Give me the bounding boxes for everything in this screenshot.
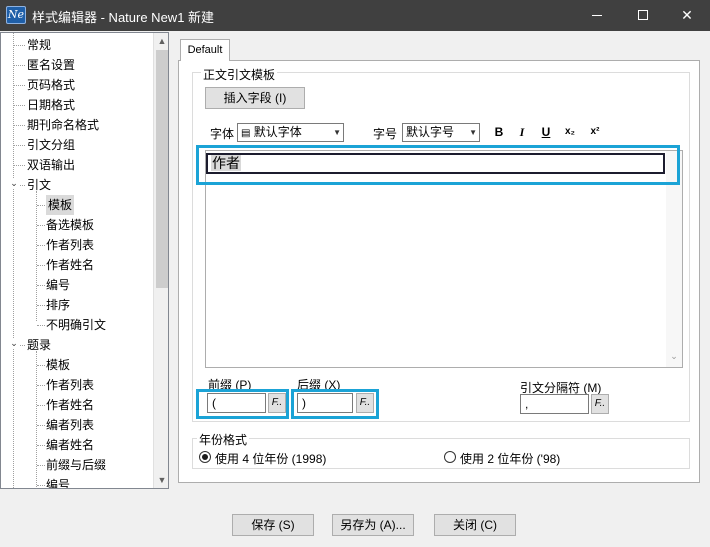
tree-item[interactable]: 不明确引文 — [46, 315, 106, 335]
tree-connector — [14, 165, 25, 166]
tree-item[interactable]: 作者姓名 — [46, 255, 94, 275]
highlight-frame — [291, 389, 379, 419]
separator-input[interactable]: , — [520, 394, 589, 414]
tree-item[interactable]: 模板 — [46, 355, 70, 375]
close-window-button[interactable]: ✕ — [664, 0, 710, 31]
highlight-frame — [196, 145, 680, 185]
subscript-button[interactable]: x₂ — [561, 123, 579, 141]
insert-field-button[interactable]: 插入字段 (I) — [205, 87, 305, 109]
maximize-button[interactable] — [620, 0, 666, 31]
tree-item[interactable]: 编号 — [46, 275, 70, 295]
font-label: 字体 — [210, 127, 235, 141]
tree-connector — [14, 85, 25, 86]
chevron-down-icon: ▼ — [333, 128, 341, 137]
tree-item[interactable]: 引文分组 — [27, 135, 75, 155]
year-2digit-radio[interactable] — [444, 451, 456, 463]
tree-connector — [37, 325, 45, 326]
save-button[interactable]: 保存 (S) — [232, 514, 314, 536]
year-2digit-label[interactable]: 使用 2 位年份 ('98) — [460, 450, 560, 467]
tree-item[interactable]: 期刊命名格式 — [27, 115, 99, 135]
app-icon: Ne — [6, 6, 26, 24]
tree-connector — [14, 105, 25, 106]
scroll-up-icon[interactable]: ▲ — [154, 33, 168, 49]
tree-connector — [37, 245, 45, 246]
size-select[interactable]: 默认字号 ▼ — [402, 123, 480, 142]
tree-guide-line — [36, 351, 37, 488]
close-icon: ✕ — [681, 7, 693, 23]
tree-guide-line — [36, 191, 37, 321]
tree-connector — [14, 125, 25, 126]
tree-connector — [37, 385, 45, 386]
tree-item[interactable]: 引文 — [27, 175, 51, 195]
scroll-down-icon[interactable]: ⌄ — [666, 351, 682, 362]
tree-item[interactable]: 常规 — [27, 35, 51, 55]
tree-connector — [14, 65, 25, 66]
superscript-button[interactable]: x² — [586, 123, 604, 141]
tree-item[interactable]: 页码格式 — [27, 75, 75, 95]
tab-default[interactable]: Default — [180, 39, 230, 61]
tree-item[interactable]: 日期格式 — [27, 95, 75, 115]
minimize-button[interactable] — [574, 0, 620, 31]
tree-connector — [37, 285, 45, 286]
tree-connector — [37, 465, 45, 466]
style-editor-window: Ne 样式编辑器 - Nature New1 新建 ✕ 常规 匿名设置 页码格式 日期… — [0, 0, 710, 547]
tree-connector — [37, 485, 45, 486]
bold-button[interactable]: B — [490, 123, 508, 141]
year-format-label: 年份格式 — [197, 431, 250, 448]
tree-connector — [37, 445, 45, 446]
size-label: 字号 — [373, 127, 398, 141]
tree-connector — [37, 305, 45, 306]
window-title: 样式编辑器 - Nature New1 新建 — [32, 10, 215, 25]
template-group-label: 正文引文模板 — [201, 66, 278, 83]
tree-connector — [14, 145, 25, 146]
separator-field-button[interactable]: F.. — [591, 394, 609, 414]
font-select-value: 默认字体 — [253, 125, 302, 139]
tree-item[interactable]: 作者列表 — [46, 235, 94, 255]
tree-connector — [37, 225, 45, 226]
tree-connector — [37, 265, 45, 266]
tree-item[interactable]: 编号 — [46, 475, 70, 488]
minimize-icon — [592, 15, 602, 16]
font-icon: ▤ — [241, 128, 251, 139]
tree-item[interactable]: 编者列表 — [46, 415, 94, 435]
save-as-button[interactable]: 另存为 (A)... — [332, 514, 414, 536]
tree-item[interactable]: 作者列表 — [46, 375, 94, 395]
chevron-down-icon[interactable]: ⌄ — [9, 178, 19, 188]
tree-connector — [14, 45, 25, 46]
tree-item[interactable]: 排序 — [46, 295, 70, 315]
chevron-down-icon[interactable]: ⌄ — [9, 338, 19, 348]
tree-item[interactable]: 双语输出 — [27, 155, 75, 175]
italic-button[interactable]: I — [513, 123, 531, 141]
tree-item[interactable]: 模板 — [46, 195, 75, 215]
font-select[interactable]: ▤ 默认字体 ▼ — [237, 123, 344, 142]
tree-connector — [37, 405, 45, 406]
tree-item[interactable]: 匿名设置 — [27, 55, 75, 75]
maximize-icon — [638, 10, 648, 20]
tree-item[interactable]: 前缀与后缀 — [46, 455, 106, 475]
chevron-down-icon: ▼ — [469, 128, 477, 137]
tree-connector — [37, 425, 45, 426]
tree-item[interactable]: 作者姓名 — [46, 395, 94, 415]
highlight-frame — [196, 389, 289, 419]
year-4digit-radio[interactable] — [199, 451, 211, 463]
size-select-value: 默认字号 — [406, 125, 455, 139]
tree-guide-line — [13, 33, 14, 488]
tree-item[interactable]: 题录 — [27, 335, 51, 355]
title-bar: Ne 样式编辑器 - Nature New1 新建 ✕ — [0, 0, 710, 31]
tree-scrollbar[interactable]: ▲ ▼ — [153, 33, 168, 488]
close-button[interactable]: 关闭 (C) — [434, 514, 516, 536]
tree-item[interactable]: 备选模板 — [46, 215, 94, 235]
scroll-down-icon[interactable]: ▼ — [154, 472, 168, 488]
scroll-thumb[interactable] — [156, 50, 168, 288]
year-4digit-label[interactable]: 使用 4 位年份 (1998) — [215, 450, 326, 467]
underline-button[interactable]: U — [537, 123, 555, 141]
settings-tree: 常规 匿名设置 页码格式 日期格式 期刊命名格式 引文分组 双语输出 ⌄ 引文 模板 备选模板 作者列… — [0, 32, 169, 489]
tree-item[interactable]: 编者姓名 — [46, 435, 94, 455]
tree-connector — [37, 205, 45, 206]
tree-connector — [37, 365, 45, 366]
